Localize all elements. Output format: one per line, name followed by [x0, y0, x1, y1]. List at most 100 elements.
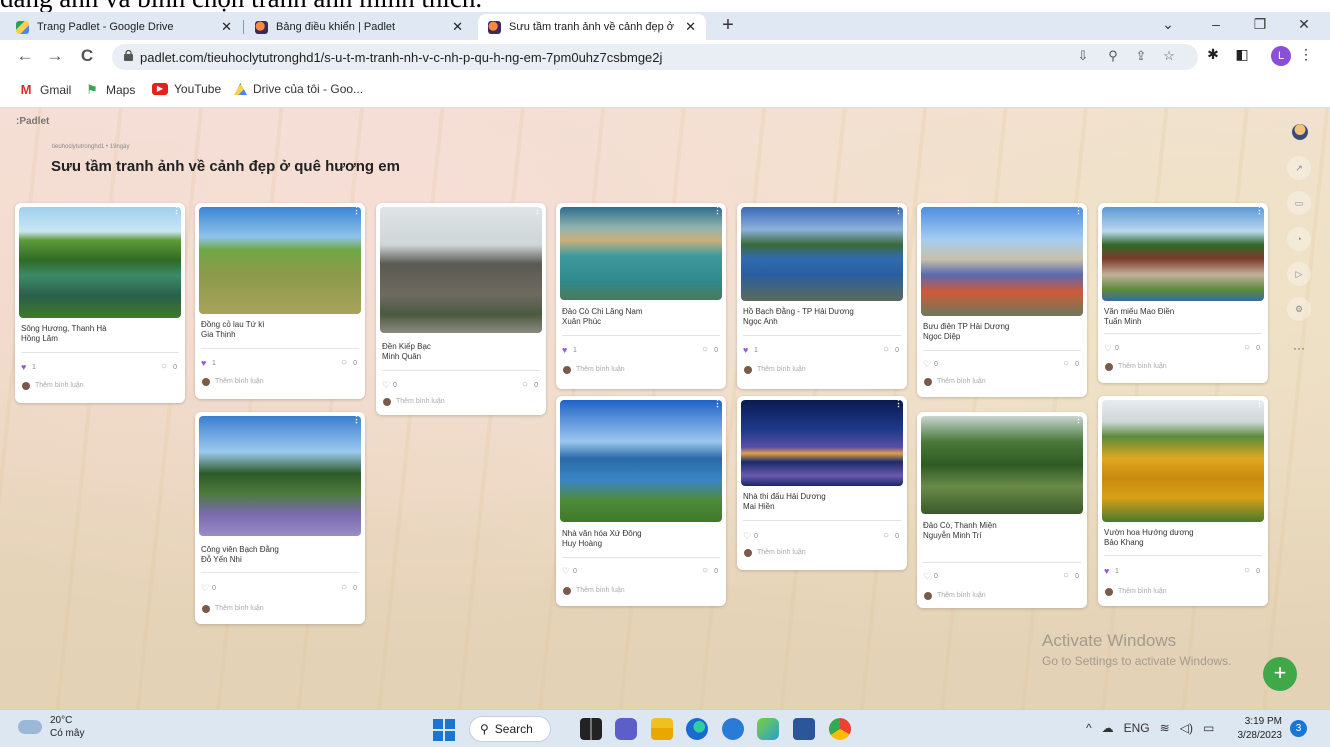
install-app-icon[interactable]: ⇩ [1074, 48, 1092, 64]
address-bar[interactable]: padlet.com/tieuhoclytutronghd1/s-u-t-m-t… [112, 44, 1198, 70]
post-image[interactable] [19, 207, 181, 318]
onedrive-icon[interactable]: ☁ [1102, 721, 1114, 735]
add-comment-input[interactable]: Thêm bình luận [937, 592, 986, 599]
post-image[interactable] [199, 207, 361, 314]
post-image[interactable] [199, 416, 361, 536]
battery-icon[interactable]: ▭ [1203, 721, 1214, 735]
more-options-icon[interactable]: ⋮ [1255, 205, 1264, 216]
add-comment-input[interactable]: Thêm bình luận [576, 587, 625, 594]
post-card[interactable]: ⋮ Sông Hương, Thanh Hà Hồng Lâm ♥ 1 ○ 0 … [15, 203, 185, 403]
slideshow-icon[interactable]: ▭ [1287, 191, 1311, 215]
file-explorer-icon[interactable] [651, 718, 673, 740]
post-card[interactable]: ⋮ Đảo Cò, Thanh Miện Nguyễn Minh Trí ♡ 0… [917, 412, 1087, 608]
side-panel-icon[interactable]: ◧ [1232, 46, 1252, 63]
extensions-icon[interactable]: ✱ [1203, 46, 1223, 63]
more-options-icon[interactable]: ⋮ [533, 205, 542, 216]
add-comment-input[interactable]: Thêm bình luận [215, 378, 264, 385]
post-card[interactable]: ⋮ Văn miếu Mao Điền Tuấn Minh ♡ 0 ○ 0 Th… [1098, 203, 1268, 383]
add-comment-input[interactable]: Thêm bình luận [1118, 363, 1167, 370]
minimize-icon[interactable]: – [1202, 16, 1230, 32]
add-comment-input[interactable]: Thêm bình luận [1118, 588, 1167, 595]
add-comment-input[interactable]: Thêm bình luận [757, 366, 806, 373]
language-indicator[interactable]: ENG [1124, 721, 1150, 735]
tab-padlet-dashboard[interactable]: Bảng điều khiển | Padlet ✕ [245, 14, 473, 40]
comment-icon[interactable]: ○ [341, 358, 347, 368]
tab-search-chevron-icon[interactable]: ⌄ [1154, 16, 1182, 33]
more-options-icon[interactable]: ⋮ [1255, 398, 1264, 409]
padlet-logo[interactable]: :Padlet [16, 116, 49, 127]
bookmark-gmail[interactable]: M Gmail [18, 82, 72, 97]
post-card[interactable]: ⋮ Hồ Bạch Đằng - TP Hải Dương Ngọc Anh ♥… [737, 203, 907, 389]
bookmark-maps[interactable]: ⚑ Maps [84, 82, 135, 98]
post-image[interactable] [741, 207, 903, 301]
add-comment-input[interactable]: Thêm bình luận [215, 605, 264, 612]
heart-icon[interactable]: ♡ [923, 360, 931, 369]
heart-icon[interactable]: ♡ [382, 381, 390, 390]
heart-icon[interactable]: ♥ [201, 359, 206, 368]
post-card[interactable]: ⋮ Bưu điện TP Hải Dương Ngọc Diệp ♡ 0 ○ … [917, 203, 1087, 397]
back-arrow-icon[interactable]: ← [14, 46, 36, 66]
menu-dots-icon[interactable]: ⋮ [1296, 46, 1316, 63]
teams-chat-icon[interactable] [615, 718, 637, 740]
more-options-icon[interactable]: ⋮ [352, 414, 361, 425]
post-card[interactable]: ⋮ Nhà văn hóa Xứ Đông Huy Hoàng ♡ 0 ○ 0 … [556, 396, 726, 606]
more-options-icon[interactable]: ⋮ [894, 398, 903, 409]
zalo-icon[interactable] [722, 718, 744, 740]
clock[interactable]: 3:19 PM 3/28/2023 [1230, 715, 1283, 743]
new-tab-icon[interactable]: + [716, 14, 740, 38]
post-card[interactable]: ⋮ Vườn hoa Hướng dương Bảo Khang ♥ 1 ○ 0… [1098, 396, 1268, 606]
more-options-icon[interactable]: ⋮ [894, 205, 903, 216]
comment-icon[interactable]: ○ [1244, 566, 1250, 576]
post-image[interactable] [1102, 400, 1264, 522]
heart-icon[interactable]: ♥ [562, 346, 567, 355]
reload-icon[interactable]: C [76, 46, 98, 66]
more-options-icon[interactable]: ⋮ [1074, 414, 1083, 425]
comment-icon[interactable]: ○ [1063, 571, 1069, 581]
task-view-icon[interactable] [580, 718, 602, 740]
comment-icon[interactable]: ○ [883, 531, 889, 541]
post-image[interactable] [560, 400, 722, 522]
heart-icon[interactable]: ♥ [743, 346, 748, 355]
chevron-up-icon[interactable]: ^ [1086, 721, 1092, 735]
share-page-icon[interactable]: ⇪ [1132, 48, 1150, 64]
bookmark-youtube[interactable]: ▶ YouTube [152, 82, 221, 96]
more-options-icon[interactable]: ⋮ [1074, 205, 1083, 216]
taskbar-search[interactable]: ⚲ Search [469, 716, 551, 742]
notification-badge[interactable]: 3 [1290, 720, 1307, 737]
post-image[interactable] [921, 207, 1083, 316]
post-image[interactable] [1102, 207, 1264, 301]
tab-google-drive[interactable]: Trang Padlet - Google Drive ✕ [6, 14, 242, 40]
restore-icon[interactable]: ❐ [1246, 16, 1274, 33]
chrome-icon[interactable] [829, 718, 851, 740]
comment-icon[interactable]: ○ [702, 566, 708, 576]
weather-widget[interactable]: 20°C Có mây [18, 714, 84, 740]
volume-icon[interactable]: ◁) [1180, 721, 1193, 735]
post-card[interactable]: ⋮ Đảo Cò Chi Lăng Nam Xuân Phúc ♥ 1 ○ 0 … [556, 203, 726, 389]
post-card[interactable]: ⋮ Đền Kiếp Bạc Minh Quân ♡ 0 ○ 0 Thêm bì… [376, 203, 546, 415]
bookmark-drive[interactable]: Drive của tôi - Goo... [234, 82, 363, 96]
comment-icon[interactable]: ○ [1063, 359, 1069, 369]
profile-avatar[interactable]: L [1271, 46, 1291, 66]
close-icon[interactable]: ✕ [452, 19, 463, 35]
windows-start-icon[interactable] [433, 719, 455, 741]
wifi-icon[interactable]: ≋ [1160, 721, 1170, 735]
heart-icon[interactable]: ♡ [1104, 344, 1112, 353]
comment-icon[interactable]: ○ [702, 345, 708, 355]
more-options-icon[interactable]: ⋮ [713, 398, 722, 409]
add-post-button[interactable]: + [1263, 657, 1297, 691]
heart-icon[interactable]: ♥ [1104, 567, 1109, 576]
add-comment-input[interactable]: Thêm bình luận [757, 549, 806, 556]
more-options-icon[interactable]: ⋮ [352, 205, 361, 216]
comment-icon[interactable]: ○ [522, 380, 528, 390]
app-icon[interactable] [757, 718, 779, 740]
comment-icon[interactable]: ○ [161, 362, 167, 372]
add-comment-input[interactable]: Thêm bình luận [396, 398, 445, 405]
post-image[interactable] [741, 400, 903, 486]
post-image[interactable] [380, 207, 542, 333]
add-comment-input[interactable]: Thêm bình luận [35, 382, 84, 389]
forward-arrow-icon[interactable]: → [44, 46, 66, 66]
edge-browser-icon[interactable] [686, 718, 708, 740]
heart-icon[interactable]: ♡ [201, 584, 209, 593]
word-icon[interactable] [793, 718, 815, 740]
tab-padlet-active[interactable]: Sưu tầm tranh ảnh về cảnh đẹp ở ✕ [478, 14, 706, 40]
